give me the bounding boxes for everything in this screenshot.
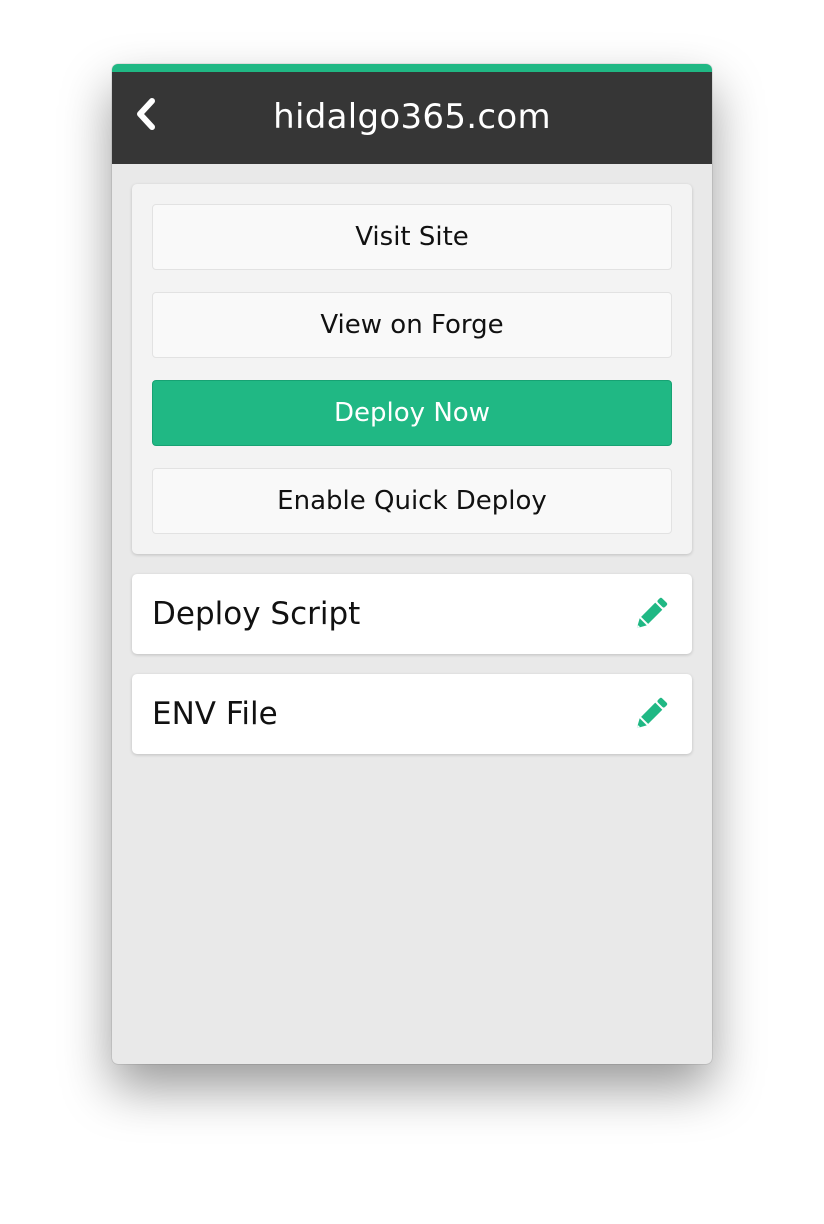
deploy-now-button[interactable]: Deploy Now: [152, 380, 672, 446]
pencil-icon[interactable]: [630, 593, 672, 635]
deploy-script-label: Deploy Script: [152, 596, 361, 632]
header-bar: hidalgo365.com: [112, 72, 712, 164]
view-on-forge-button[interactable]: View on Forge: [152, 292, 672, 358]
deploy-script-item[interactable]: Deploy Script: [132, 574, 692, 654]
actions-card: Visit Site View on Forge Deploy Now Enab…: [132, 184, 692, 554]
pencil-icon[interactable]: [630, 693, 672, 735]
env-file-item[interactable]: ENV File: [132, 674, 692, 754]
app-window: hidalgo365.com Visit Site View on Forge …: [112, 64, 712, 1064]
page-title: hidalgo365.com: [273, 97, 551, 137]
back-button[interactable]: [130, 96, 162, 136]
accent-bar: [112, 64, 712, 72]
visit-site-button[interactable]: Visit Site: [152, 204, 672, 270]
chevron-left-icon: [134, 97, 158, 136]
env-file-label: ENV File: [152, 696, 278, 732]
enable-quick-deploy-button[interactable]: Enable Quick Deploy: [152, 468, 672, 534]
main-content: Visit Site View on Forge Deploy Now Enab…: [112, 164, 712, 774]
